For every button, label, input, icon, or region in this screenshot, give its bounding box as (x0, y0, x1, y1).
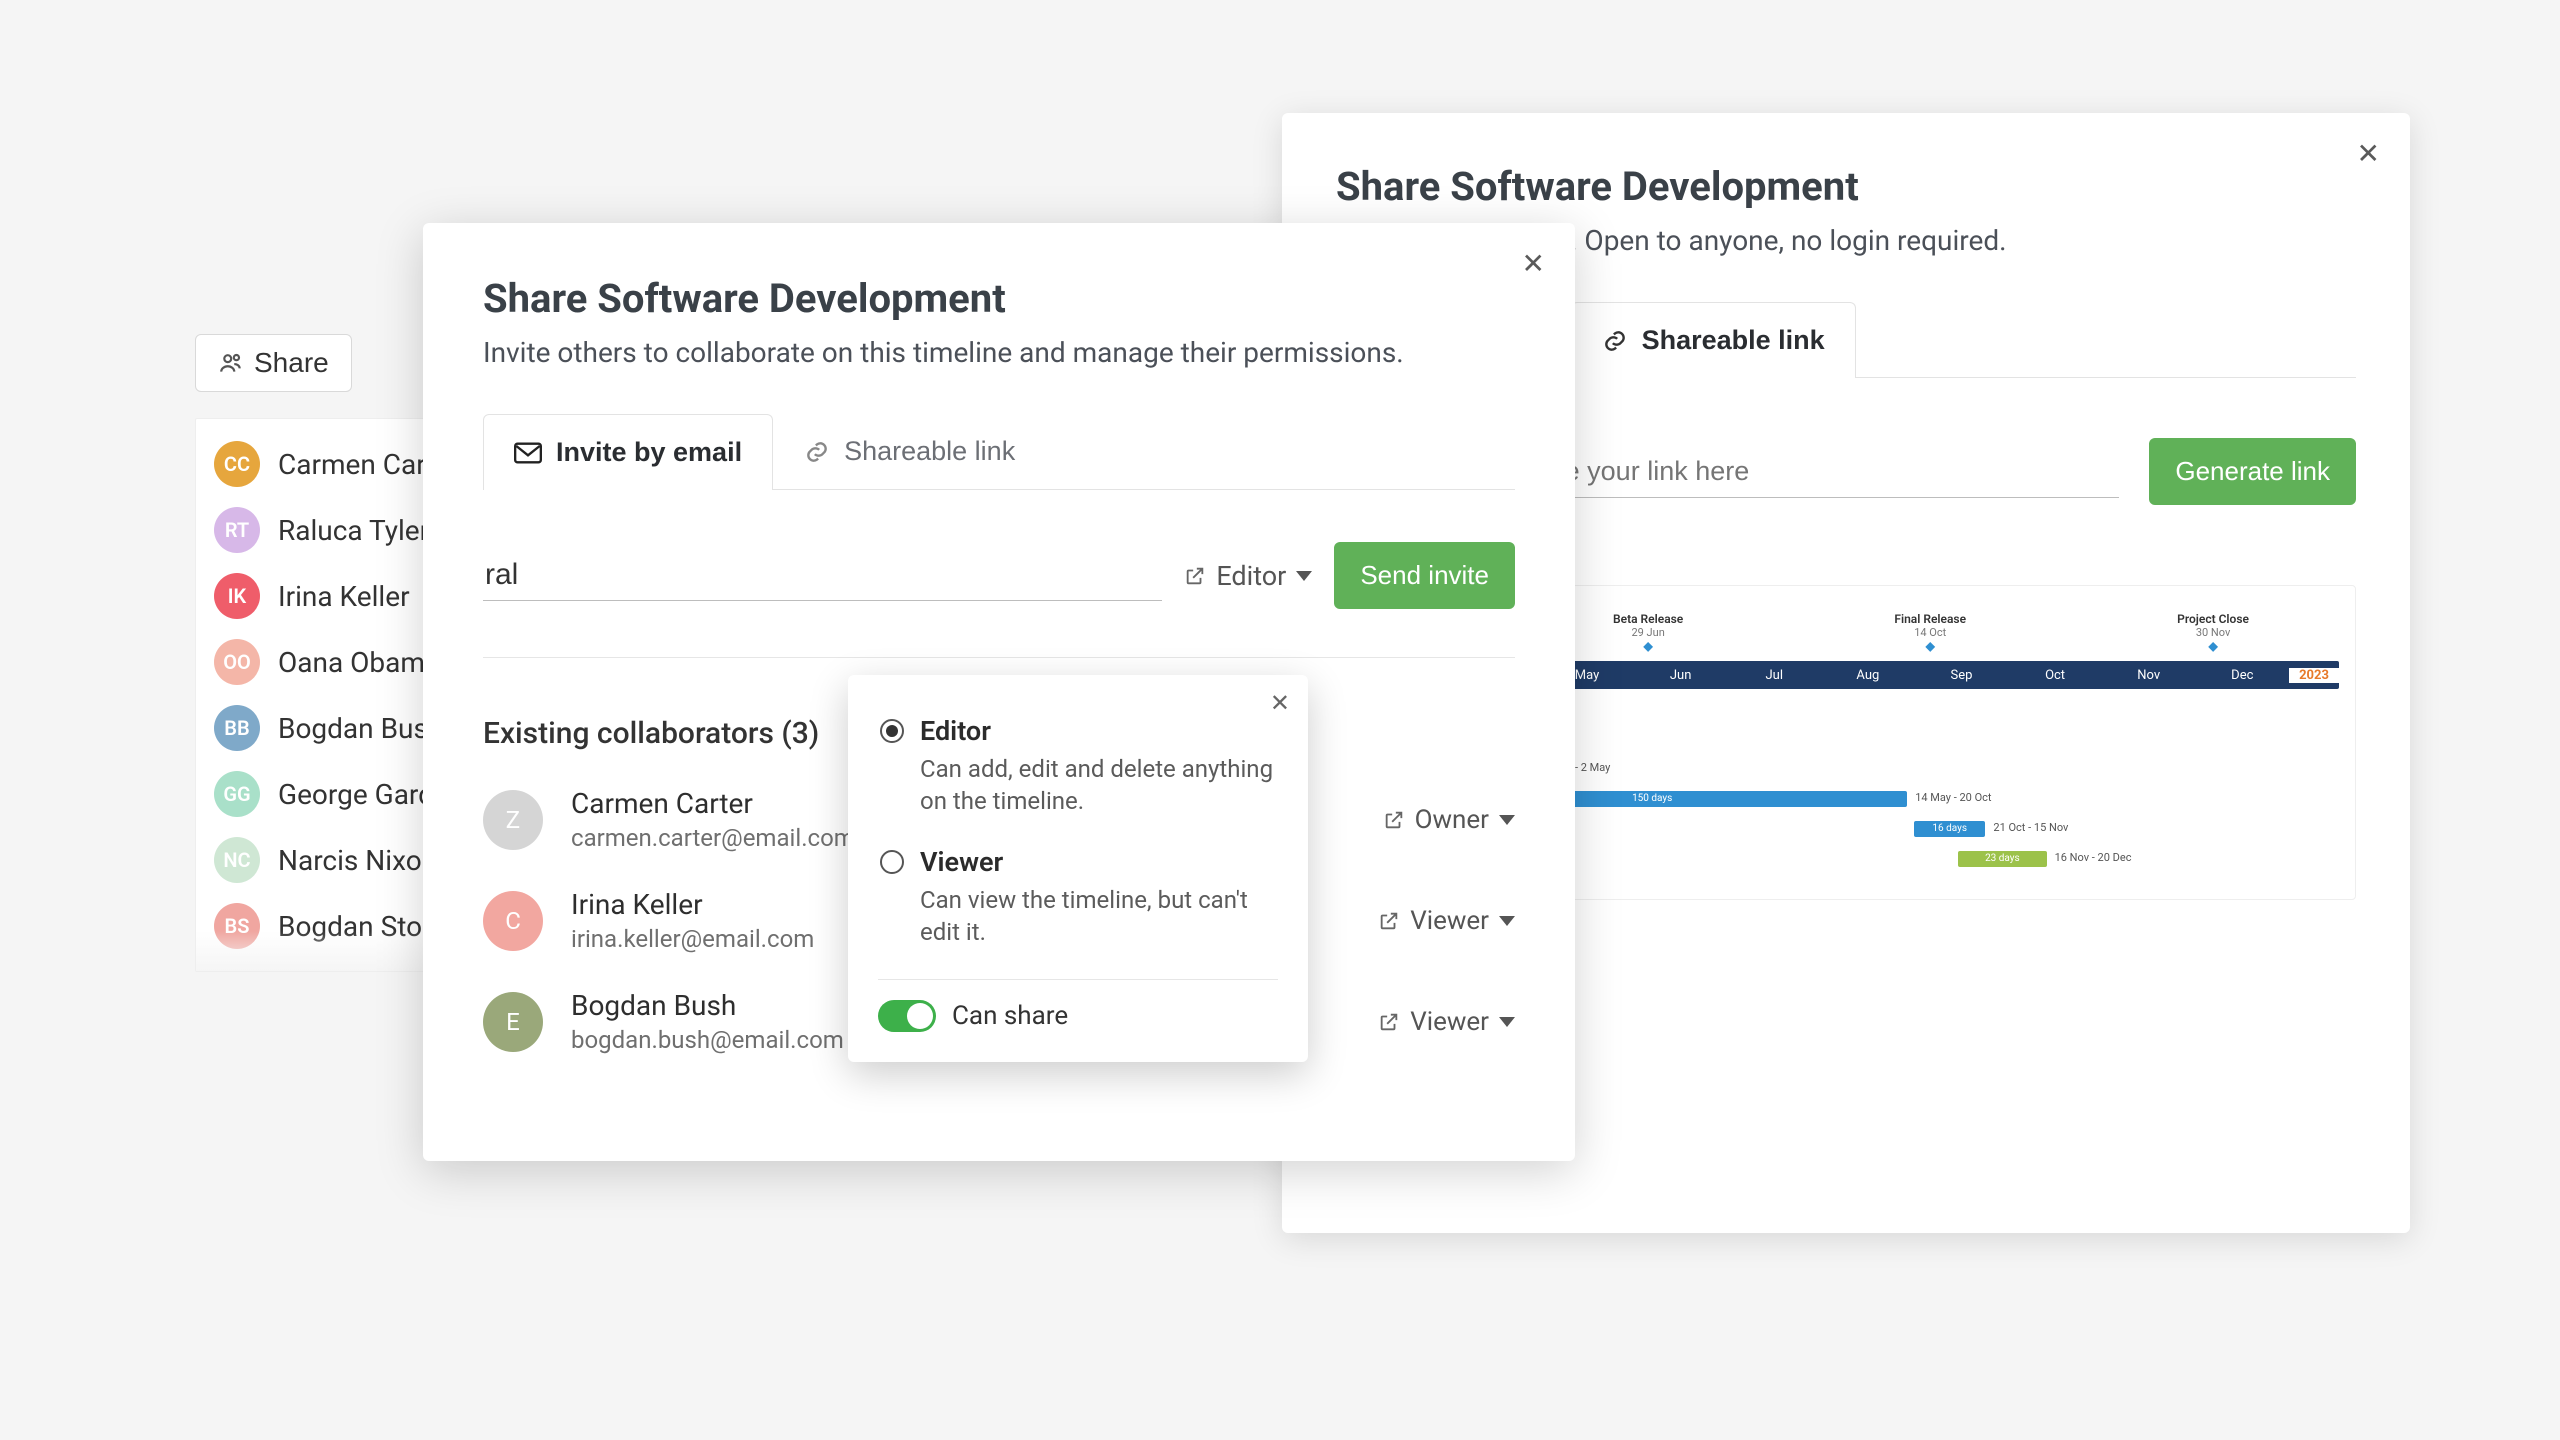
collaborator-name: Irina Keller (571, 888, 814, 921)
gantt-bar: 16 days (1914, 821, 1985, 837)
chevron-down-icon (1499, 815, 1515, 825)
close-icon[interactable]: ✕ (1522, 247, 1545, 280)
radio-icon (880, 850, 904, 874)
avatar: BB (214, 705, 260, 751)
role-desc: Can add, edit and delete anything on the… (920, 753, 1276, 818)
people-list: CCCarmen Carter RT Raluca Tyler IK Irina Kel… (195, 418, 455, 972)
person-row[interactable]: BB Bogdan Bush (196, 695, 454, 761)
email-input[interactable] (483, 550, 1162, 601)
share-button-label: Share (254, 347, 329, 379)
tab-label: Shareable link (1642, 325, 1825, 356)
modal-title: Share Software Development (1336, 163, 2356, 210)
avatar: GG (214, 771, 260, 817)
toggle-label: Can share (952, 1001, 1068, 1031)
send-invite-button[interactable]: Send invite (1334, 542, 1515, 609)
people-icon (218, 350, 244, 376)
collaborator-email: irina.keller@email.com (571, 925, 814, 953)
chevron-down-icon (1499, 916, 1515, 926)
person-row[interactable]: NC Narcis Nixon (196, 827, 454, 893)
person-row[interactable]: IK Irina Keller (196, 563, 454, 629)
tabs: Invite by email Shareable link (483, 413, 1515, 490)
gantt-bar-label: 14 May - 20 Oct (1915, 791, 1991, 804)
role-popover: ✕ Editor Can add, edit and delete anythi… (848, 675, 1308, 1062)
can-share-toggle[interactable]: Can share (878, 1000, 1278, 1032)
role-inline-label: Editor (1216, 560, 1286, 592)
tab-shareable-link[interactable]: Shareable link (1571, 302, 1856, 378)
avatar: E (483, 992, 543, 1052)
collaborator-email: bogdan.bush@email.com (571, 1026, 844, 1054)
gantt-bar-label: 16 Nov - 20 Dec (2055, 851, 2132, 864)
mail-icon (514, 442, 542, 464)
collaborator-role-select[interactable]: Viewer (1378, 1007, 1515, 1037)
avatar: IK (214, 573, 260, 619)
gantt-milestone: Final Release14 Oct◆ (1894, 612, 1966, 653)
gantt-milestone: Project Close30 Nov◆ (2177, 612, 2249, 653)
avatar: BS (214, 903, 260, 949)
person-name: Bogdan Bush (278, 712, 443, 745)
tab-label: Shareable link (844, 436, 1015, 467)
role-desc: Can view the timeline, but can't edit it… (920, 884, 1276, 949)
toggle-on-icon (878, 1000, 936, 1032)
gantt-bar-label: 21 Oct - 15 Nov (1993, 821, 2068, 834)
link-icon (804, 439, 830, 465)
tab-label: Invite by email (556, 437, 742, 468)
gantt-milestone: Beta Release29 Jun◆ (1613, 612, 1683, 653)
open-external-icon (1378, 910, 1400, 932)
modal-subtitle: Invite others to collaborate on this tim… (483, 336, 1515, 369)
role-label: Viewer (1410, 906, 1489, 936)
collaborator-role-select[interactable]: Viewer (1378, 906, 1515, 936)
gantt-bar: 23 days (1958, 851, 2046, 867)
collaborator-role-select[interactable]: Owner (1383, 805, 1515, 835)
avatar: Z (483, 790, 543, 850)
role-option-editor[interactable]: Editor Can add, edit and delete anything… (878, 701, 1278, 832)
open-external-icon (1184, 565, 1206, 587)
person-name: Irina Keller (278, 580, 410, 613)
collaborator-name: Carmen Carter (571, 787, 855, 820)
person-row[interactable]: CCCarmen Carter (196, 431, 454, 497)
radio-selected-icon (880, 719, 904, 743)
open-external-icon (1383, 809, 1405, 831)
chevron-down-icon (1499, 1017, 1515, 1027)
modal-title: Share Software Development (483, 275, 1515, 322)
role-label: Viewer (920, 846, 1276, 878)
chevron-down-icon (1296, 571, 1312, 581)
role-select-inline[interactable]: Editor (1184, 560, 1312, 592)
role-label: Owner (1415, 805, 1489, 835)
open-external-icon (1378, 1011, 1400, 1033)
person-row[interactable]: OO Oana Obama (196, 629, 454, 695)
close-icon[interactable]: ✕ (2357, 137, 2380, 170)
avatar: C (483, 891, 543, 951)
avatar: RT (214, 507, 260, 553)
avatar: CC (214, 441, 260, 487)
role-label: Viewer (1410, 1007, 1489, 1037)
role-label: Editor (920, 715, 1276, 747)
person-row[interactable]: BSBogdan Stone (196, 893, 454, 959)
tab-invite-by-email[interactable]: Invite by email (483, 414, 773, 490)
generate-link-button[interactable]: Generate link (2149, 438, 2356, 505)
avatar: OO (214, 639, 260, 685)
role-option-viewer[interactable]: Viewer Can view the timeline, but can't … (878, 832, 1278, 963)
collaborator-name: Bogdan Bush (571, 989, 844, 1022)
collaborator-email: carmen.carter@email.com (571, 824, 855, 852)
avatar: NC (214, 837, 260, 883)
person-name: Oana Obama (278, 646, 440, 679)
person-name: Raluca Tyler (278, 514, 429, 547)
tab-shareable-link[interactable]: Shareable link (773, 413, 1046, 489)
link-icon (1602, 328, 1628, 354)
share-button[interactable]: Share (195, 334, 352, 392)
close-icon[interactable]: ✕ (1270, 689, 1290, 718)
person-name: Narcis Nixon (278, 844, 437, 877)
person-row[interactable]: GGGeorge Gardner (196, 761, 454, 827)
person-row[interactable]: RT Raluca Tyler (196, 497, 454, 563)
